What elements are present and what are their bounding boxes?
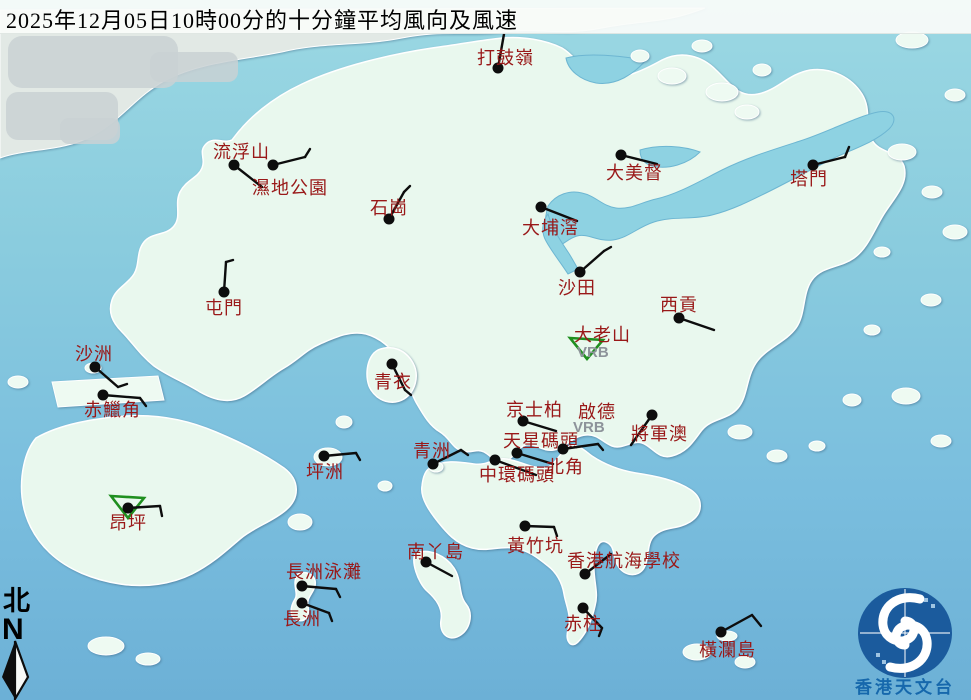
- station-label: 沙田: [558, 278, 596, 298]
- north-label-cjk: 北: [3, 586, 30, 616]
- station-dot: [98, 390, 109, 401]
- station-label: 長洲泳灘: [286, 562, 362, 582]
- station-label: 屯門: [205, 298, 243, 318]
- station-label: 香港航海學校: [567, 551, 681, 571]
- station-label: 青洲: [413, 441, 451, 461]
- station-dot: [268, 160, 279, 171]
- north-label-n: N: [2, 613, 24, 646]
- wind-map-screen: 打鼓嶺流浮山濕地公園石崗 大美督 塔門大埔滘沙田屯門 西貢 VRB大老山沙洲赤鱲角 青衣京…: [0, 0, 971, 700]
- station-label: 石崗: [370, 198, 408, 218]
- title-bar: 2025年12月05日10時00分的十分鐘平均風向及風速: [0, 0, 971, 34]
- station-dot: [558, 444, 569, 455]
- station-label: 大埔滘: [522, 218, 579, 238]
- station-label: 啟德: [578, 402, 616, 422]
- map-title: 2025年12月05日10時00分的十分鐘平均風向及風速: [6, 3, 518, 35]
- station-dot: [387, 359, 398, 370]
- station-dot: [123, 503, 134, 514]
- vrb-label: VRB: [577, 344, 609, 361]
- station-dot: [616, 150, 627, 161]
- station-label: 南丫島: [407, 542, 464, 562]
- station-label: 塔門: [790, 169, 828, 189]
- station-label: 青衣: [374, 372, 412, 392]
- station-dot: [575, 267, 586, 278]
- station-label: 大老山: [574, 325, 631, 345]
- station-dot: [490, 455, 501, 466]
- station-dot: [219, 287, 230, 298]
- logo-text-cjk: 香港天文台: [855, 677, 955, 697]
- station-label: 流浮山: [213, 142, 270, 162]
- station-dot: [319, 451, 330, 462]
- station-dot: [578, 603, 589, 614]
- station-dot: [297, 581, 308, 592]
- station-dot: [716, 627, 727, 638]
- station-label: 濕地公園: [252, 178, 328, 198]
- station-dot: [297, 598, 308, 609]
- station-label: 昂坪: [109, 513, 147, 533]
- station-label: 中環碼頭: [479, 465, 555, 485]
- hong-kong-wind-map: 打鼓嶺流浮山濕地公園石崗 大美督 塔門大埔滘沙田屯門 西貢 VRB大老山沙洲赤鱲角 青衣京…: [0, 0, 971, 700]
- station-label: 坪洲: [306, 462, 344, 482]
- station-label: 大美督: [606, 163, 663, 183]
- station-label: 北角: [546, 457, 584, 477]
- station-label: 打鼓嶺: [477, 48, 534, 68]
- station-label: 京士柏: [506, 400, 563, 420]
- station-label: 赤柱: [564, 614, 602, 634]
- station-dot: [536, 202, 547, 213]
- station-label: 黃竹坑: [507, 536, 564, 556]
- station-label: 沙洲: [75, 344, 113, 364]
- station-label: 將軍澳: [631, 424, 688, 444]
- station-label: 橫瀾島: [699, 640, 756, 660]
- station-label: 長洲: [283, 609, 321, 629]
- station-label: 赤鱲角: [84, 400, 141, 420]
- station-dot: [520, 521, 531, 532]
- station-label: 西貢: [660, 295, 698, 315]
- station-dot: [647, 410, 658, 421]
